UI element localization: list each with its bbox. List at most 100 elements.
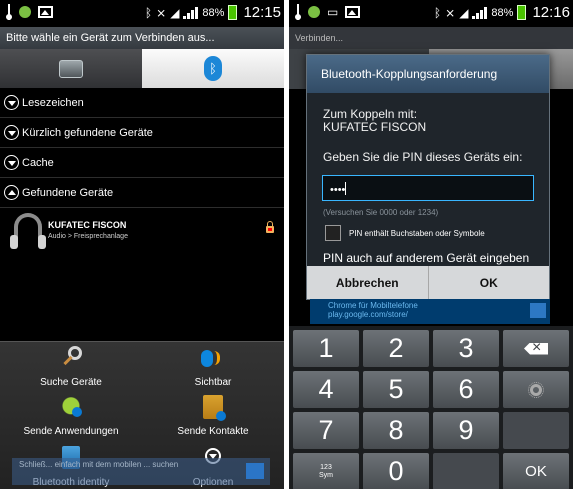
arrow-right-icon xyxy=(246,463,264,479)
status-bar: ▭ ᛒ ⨯ ◢ 88% 12:16 xyxy=(289,0,573,27)
section-cache[interactable]: Cache xyxy=(0,148,284,178)
ad-banner[interactable]: Schließ... einfach mit dem mobilen ... s… xyxy=(12,458,270,485)
mute-icon: ⨯ xyxy=(156,5,167,20)
notification-icon xyxy=(19,6,31,18)
list-item-kufatec-fiscon[interactable]: KUFATEC FISCON Audio > Freisprechanlage xyxy=(0,208,284,249)
ad-line-2: play.google.com/store/ xyxy=(328,310,408,319)
battery-percent: 88% xyxy=(491,6,514,19)
send-apps-menu-item[interactable]: Sende Anwendungen xyxy=(0,391,142,439)
headset-icon xyxy=(10,213,46,249)
backspace-key[interactable] xyxy=(503,330,569,367)
chevron-down-icon xyxy=(4,125,19,140)
device-tabs: ᛒ xyxy=(0,49,284,88)
tab-devices[interactable] xyxy=(0,49,142,88)
section-bookmarks[interactable]: Lesezeichen xyxy=(0,88,284,118)
symbols-key[interactable]: 123 Sym xyxy=(293,453,359,489)
empty-key xyxy=(503,412,569,449)
system-icons: ᛒ ⨯ ◢ 88% 12:16 xyxy=(434,4,570,21)
bluetooth-icon: ᛒ xyxy=(204,56,222,81)
other-device-note: PIN auch auf anderem Gerät eingeben xyxy=(323,251,530,265)
settings-icon xyxy=(528,381,544,398)
dialog-title: Bluetooth-Kopplungsanforderung xyxy=(307,55,549,93)
key-7[interactable]: 7 xyxy=(293,412,359,449)
system-icons: ᛒ ⨯ ◢ 88% 12:15 xyxy=(145,4,281,21)
section-recent-devices[interactable]: Kürzlich gefundene Geräte xyxy=(0,118,284,148)
usb-icon xyxy=(6,4,12,20)
status-bar: ᛒ ⨯ ◢ 88% 12:15 xyxy=(0,0,284,27)
key-1[interactable]: 1 xyxy=(293,330,359,367)
wifi-icon: ◢ xyxy=(170,5,180,20)
cancel-button[interactable]: Abbrechen xyxy=(307,266,428,299)
ad-banner[interactable]: Chrome für Mobiltelefone play.google.com… xyxy=(310,299,550,324)
signal-icon xyxy=(183,6,199,19)
picture-icon xyxy=(38,6,53,18)
device-name: KUFATEC FISCON xyxy=(323,120,427,134)
ad-text: Schließ... einfach mit dem mobilen ... s… xyxy=(19,460,179,469)
visible-menu-item[interactable]: Sichtbar xyxy=(142,342,284,390)
signal-icon xyxy=(472,6,488,19)
text-cursor xyxy=(345,182,347,195)
chevron-up-icon xyxy=(4,185,19,200)
sym-label-top: 123 xyxy=(320,463,332,471)
key-0[interactable]: 0 xyxy=(363,453,429,489)
dialog-buttons: Abbrechen OK xyxy=(307,266,549,299)
section-label: Gefundene Geräte xyxy=(22,186,114,199)
message-icon: ▭ xyxy=(327,5,339,19)
key-5[interactable]: 5 xyxy=(363,371,429,408)
checkbox-label: PIN enthält Buchstaben oder Symbole xyxy=(349,229,485,238)
battery-icon xyxy=(517,5,527,20)
key-9[interactable]: 9 xyxy=(433,412,499,449)
search-icon xyxy=(59,346,83,370)
pin-hint: (Versuchen Sie 0000 oder 1234) xyxy=(323,208,439,217)
pin-input[interactable]: •••• xyxy=(322,175,534,201)
key-8[interactable]: 8 xyxy=(363,412,429,449)
section-label: Kürzlich gefundene Geräte xyxy=(22,126,153,139)
key-4[interactable]: 4 xyxy=(293,371,359,408)
pin-letters-checkbox[interactable] xyxy=(325,225,341,241)
usb-icon xyxy=(295,4,301,20)
battery-percent: 88% xyxy=(202,6,225,19)
menu-label: Sichtbar xyxy=(194,377,232,388)
device-type: Audio > Freisprechanlage xyxy=(48,233,128,240)
keypad-ok-key[interactable]: OK xyxy=(503,453,569,489)
key-2[interactable]: 2 xyxy=(363,330,429,367)
empty-key xyxy=(433,453,499,489)
search-devices-menu-item[interactable]: Suche Geräte xyxy=(0,342,142,390)
pair-with-label: Zum Koppeln mit: xyxy=(323,107,418,121)
lock-icon xyxy=(266,221,274,233)
section-label: Lesezeichen xyxy=(22,96,84,109)
tab-bluetooth[interactable]: ᛒ xyxy=(142,49,284,88)
battery-icon xyxy=(228,5,238,20)
bluetooth-status-icon: ᛒ xyxy=(144,5,153,20)
menu-label: Suche Geräte xyxy=(40,377,102,388)
screen-title: Bitte wähle ein Gerät zum Verbinden aus.… xyxy=(0,27,284,49)
notification-icon xyxy=(308,6,320,18)
enter-pin-label: Geben Sie die PIN dieses Geräts ein: xyxy=(323,150,523,164)
android-icon xyxy=(59,395,83,419)
sym-label-bottom: Sym xyxy=(319,471,333,479)
send-contacts-menu-item[interactable]: Sende Kontakte xyxy=(142,391,284,439)
numeric-keypad: 1 2 3 4 5 6 7 8 9 123 Sym 0 OK xyxy=(289,326,573,489)
contacts-icon xyxy=(203,395,226,421)
picture-icon xyxy=(345,6,361,18)
bluetooth-status-icon: ᛒ xyxy=(433,5,442,20)
chevron-down-icon xyxy=(4,95,19,110)
pin-value: •••• xyxy=(330,184,346,196)
status-time: 12:15 xyxy=(243,4,281,21)
left-phone-screen: ᛒ ⨯ ◢ 88% 12:15 Bitte wähle ein Gerät zu… xyxy=(0,0,284,489)
background-title: Verbinden... xyxy=(289,27,573,49)
menu-label: Sende Kontakte xyxy=(177,426,249,437)
mute-icon: ⨯ xyxy=(445,5,456,20)
notification-icons: ▭ xyxy=(295,4,361,20)
notification-icons xyxy=(6,4,53,20)
ad-line-1: Chrome für Mobiltelefone xyxy=(328,301,418,310)
settings-key[interactable] xyxy=(503,371,569,408)
section-found-devices[interactable]: Gefundene Geräte xyxy=(0,178,284,208)
wifi-icon: ◢ xyxy=(459,5,469,20)
arrow-right-icon xyxy=(530,303,546,318)
key-3[interactable]: 3 xyxy=(433,330,499,367)
visibility-icon xyxy=(201,346,225,370)
right-phone-screen: ▭ ᛒ ⨯ ◢ 88% 12:16 Verbinden... Bluetooth… xyxy=(289,0,573,489)
ok-button[interactable]: OK xyxy=(427,266,550,299)
key-6[interactable]: 6 xyxy=(433,371,499,408)
